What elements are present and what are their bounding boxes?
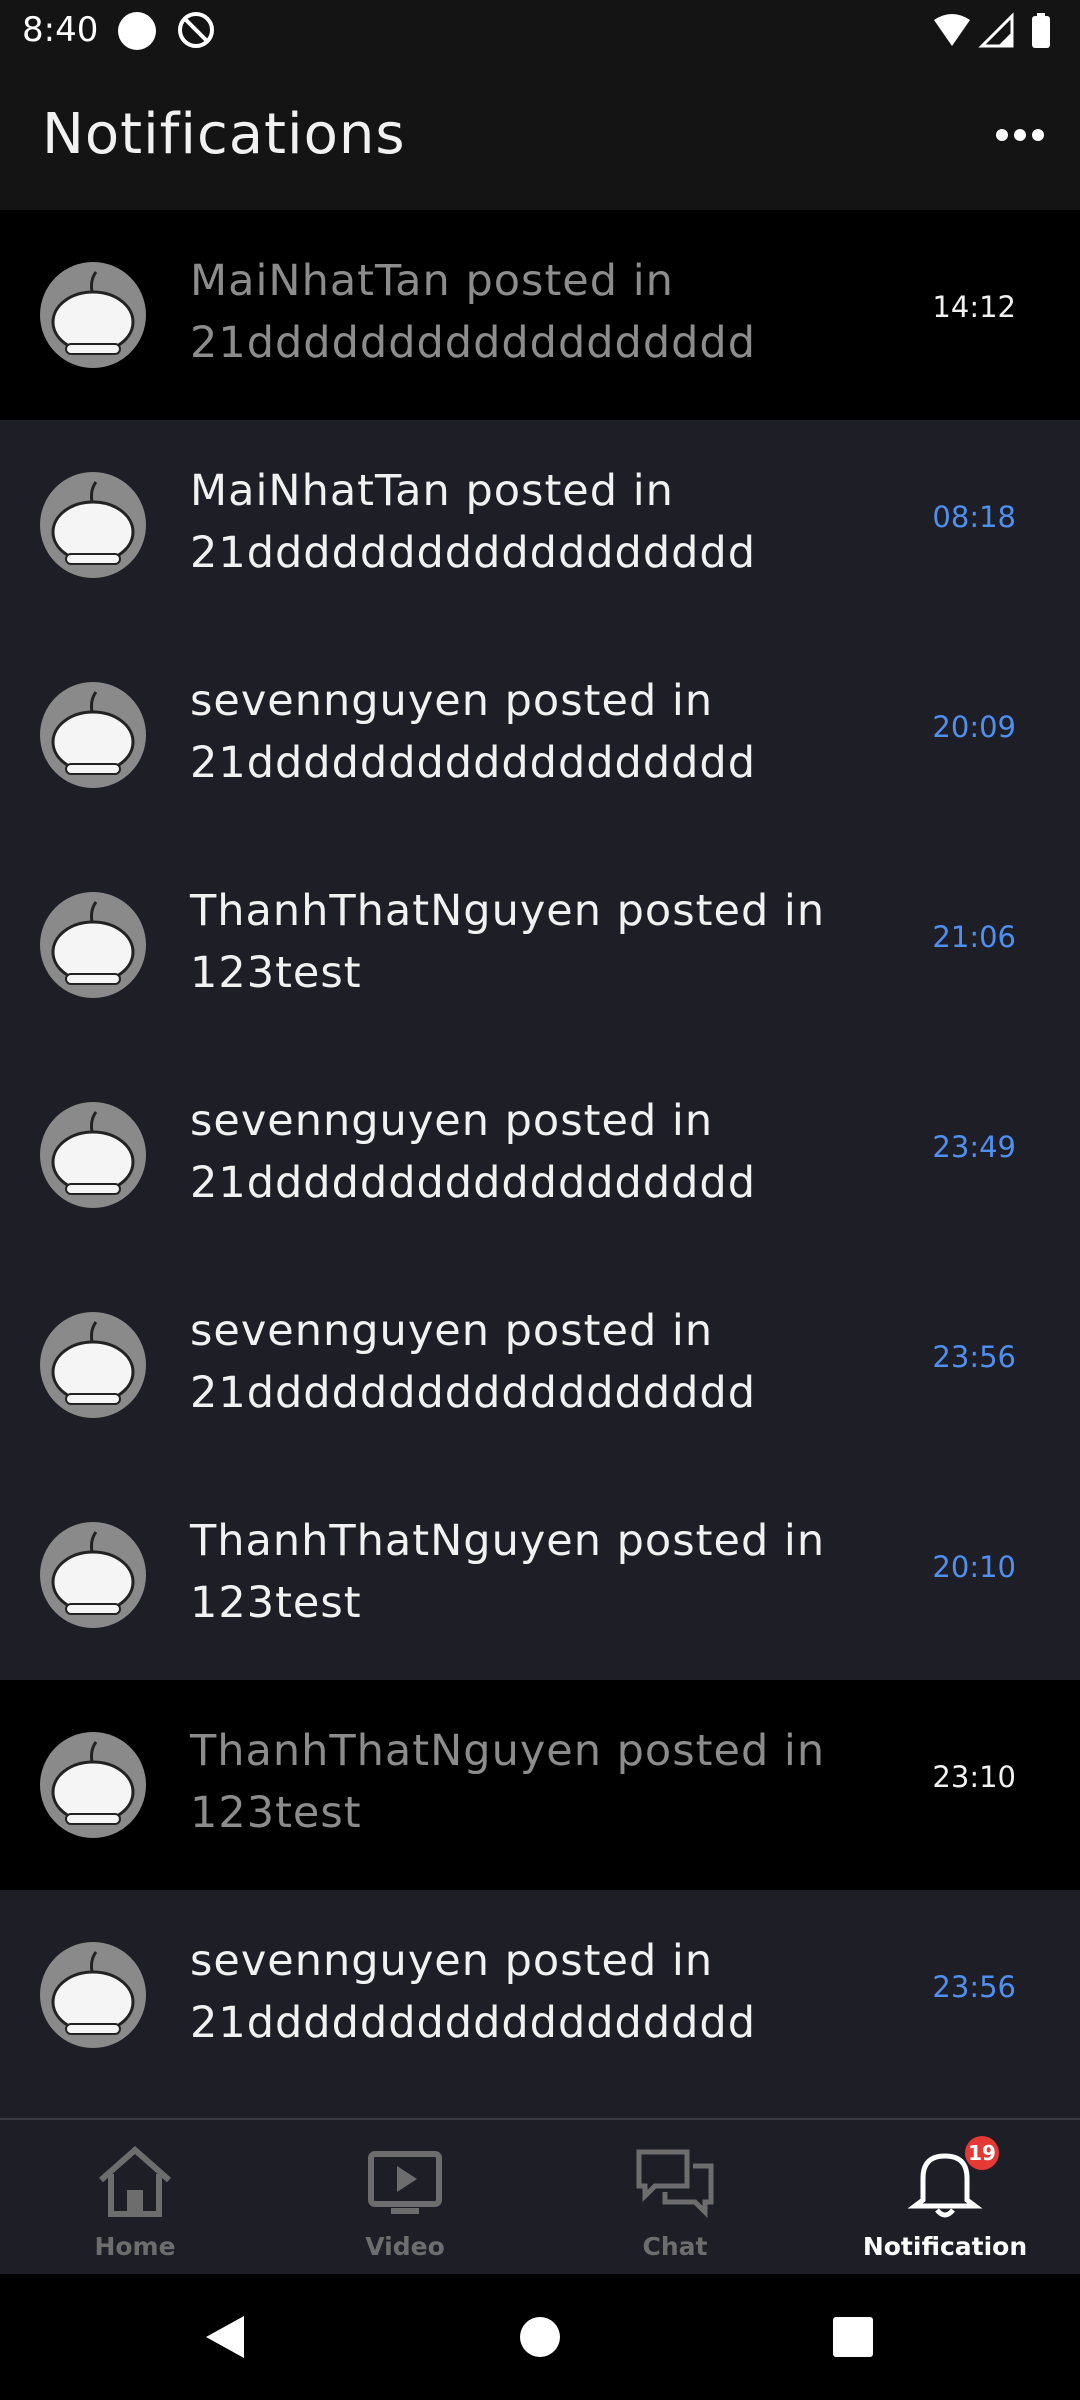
nav-chat-label: Chat [642,2232,708,2261]
nav-notification-label: Notification [862,2232,1028,2261]
battery-icon [1032,16,1050,48]
notification-time: 20:09 [932,710,1016,744]
avatar-icon [40,892,146,998]
notification-text: sevennguyen posted in 21dddddddddddddddd… [190,1096,757,1208]
notification-item[interactable]: sevennguyen posted in 21dddddddddddddddd… [0,630,1080,840]
avatar-icon [40,472,146,578]
notification-item[interactable]: ThanhThatNguyen posted in 123test 23:10 [0,1680,1080,1890]
notification-time: 14:12 [932,290,1016,324]
video-icon [368,2151,442,2214]
notification-list: MaiNhatTan posted in 21ddddddddddddddddd… [0,210,1080,2118]
chat-icon [636,2149,714,2219]
notification-item[interactable]: sevennguyen posted in 21dddddddddddddddd… [0,1890,1080,2100]
avatar-icon [40,682,146,788]
avatar-icon [40,262,146,368]
nav-home-label: Home [94,2232,176,2261]
notification-text: MaiNhatTan posted in 21ddddddddddddddddd… [190,466,757,578]
status-time: 8:40 [22,10,99,50]
avatar-icon [40,1522,146,1628]
back-icon[interactable] [200,2312,250,2362]
notification-item[interactable]: ThanhThatNguyen posted in 123test 21:06 [0,840,1080,1050]
page-title: Notifications [42,102,406,167]
app-bar: Notifications [0,62,1080,210]
notification-text: ThanhThatNguyen posted in 123test [190,1516,826,1628]
nav-chat[interactable]: Chat [540,2120,810,2276]
more-options-icon[interactable] [990,110,1050,160]
notification-item[interactable]: ThanhThatNguyen posted in 123test 20:10 [0,1470,1080,1680]
notification-time: 23:56 [932,1970,1016,2004]
notification-time: 23:56 [932,1340,1016,1374]
notification-time: 21:06 [932,920,1016,954]
notification-text: MaiNhatTan posted in 21ddddddddddddddddd… [190,256,757,368]
nav-video-label: Video [365,2232,445,2261]
status-bar: 8:40 [0,0,1080,62]
avatar-icon [40,1102,146,1208]
notification-text: sevennguyen posted in 21dddddddddddddddd… [190,1306,757,1418]
nav-video[interactable]: Video [270,2120,540,2276]
notification-text: ThanhThatNguyen posted in 123test [190,1726,826,1838]
notification-text: ThanhThatNguyen posted in 123test [190,886,826,998]
system-navigation-bar [0,2274,1080,2400]
home-circle-icon[interactable] [515,2312,565,2362]
avatar-icon [40,1312,146,1418]
notification-item[interactable]: MaiNhatTan posted in 21ddddddddddddddddd… [0,420,1080,630]
notification-item[interactable]: sevennguyen posted in 21dddddddddddddddd… [0,1260,1080,1470]
status-icons [934,12,1050,48]
notification-time: 23:49 [932,1130,1016,1164]
notification-time: 08:18 [932,500,1016,534]
avatar-icon [40,1732,146,1838]
notification-item[interactable]: sevennguyen posted in 21dddddddddddddddd… [0,1050,1080,1260]
notification-text: sevennguyen posted in 21dddddddddddddddd… [190,676,757,788]
wifi-icon [934,14,970,46]
avatar-icon [40,1942,146,2048]
notification-time: 23:10 [932,1760,1016,1794]
nav-home[interactable]: Home [0,2120,270,2276]
notification-text: sevennguyen posted in 21dddddddddddddddd… [190,1936,757,2048]
recents-icon[interactable] [828,2312,878,2362]
at-sign-icon [178,12,214,48]
bottom-navigation: Home Video Chat 19 Notification [0,2118,1080,2276]
home-icon [99,2145,171,2217]
notification-dot-icon [118,12,156,50]
notification-badge: 19 [965,2136,999,2170]
notification-item[interactable]: MaiNhatTan posted in 21ddddddddddddddddd… [0,210,1080,420]
notification-time: 20:10 [932,1550,1016,1584]
nav-notification[interactable]: 19 Notification [810,2120,1080,2276]
